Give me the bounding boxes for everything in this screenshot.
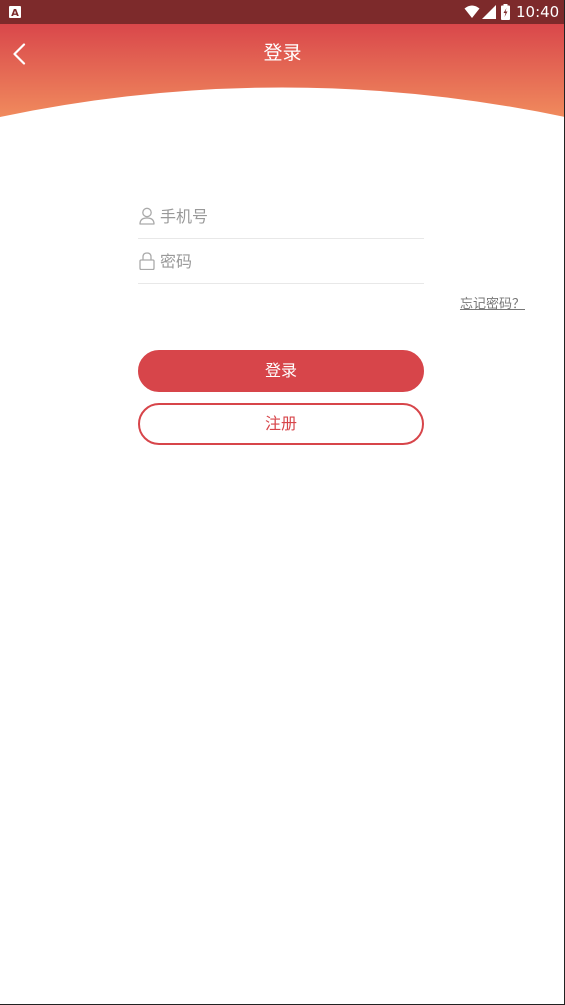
status-bar: A 10:40 (0, 0, 565, 24)
login-form (138, 194, 424, 284)
phone-field (138, 194, 424, 239)
phone-input[interactable] (160, 202, 420, 230)
header-background (0, 24, 565, 117)
status-time: 10:40 (516, 3, 560, 21)
wifi-icon (464, 5, 480, 18)
header: 登录 (0, 24, 565, 119)
password-field (138, 239, 424, 284)
svg-text:A: A (11, 8, 19, 18)
user-icon (139, 207, 155, 225)
app-notification-icon: A (9, 6, 21, 18)
login-button[interactable]: 登录 (138, 350, 424, 392)
signal-icon (482, 5, 496, 19)
battery-icon (501, 4, 510, 20)
forgot-password-link[interactable]: 忘记密码？ (460, 296, 525, 314)
page-title: 登录 (263, 42, 302, 64)
password-input[interactable] (160, 247, 420, 275)
register-button[interactable]: 注册 (138, 403, 424, 445)
lock-icon (139, 252, 155, 270)
